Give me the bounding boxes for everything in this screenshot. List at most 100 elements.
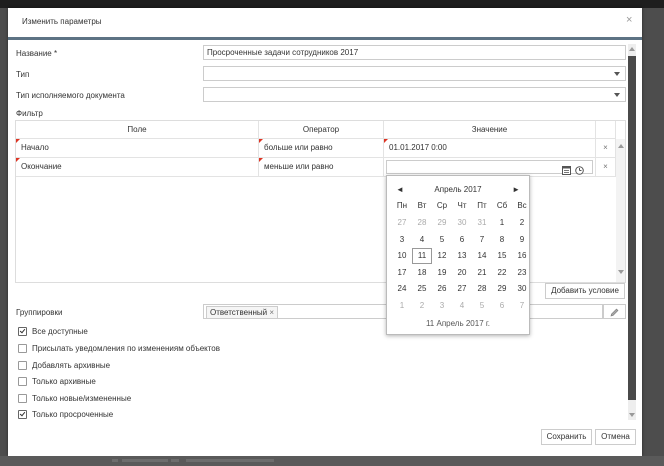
scroll-up-icon[interactable] [629,47,635,51]
value-cell[interactable]: 01.01.2017 0:00 [384,139,596,158]
calendar-day[interactable]: 7 [512,298,532,314]
remove-row-button[interactable]: × [596,139,616,158]
calendar-day[interactable]: 1 [492,215,512,231]
calendar-icon[interactable] [562,164,571,176]
dialog-scrollbar[interactable] [628,44,636,420]
option-add-archived[interactable]: Добавлять архивные [18,359,110,371]
save-button[interactable]: Сохранить [541,429,592,445]
column-header-operator[interactable]: Оператор [259,121,384,139]
column-header-field[interactable]: Поле [16,121,259,139]
calendar-day[interactable]: 3 [432,298,452,314]
background-mark [171,459,179,462]
scroll-down-icon[interactable] [618,270,624,274]
calendar-day[interactable]: 18 [412,265,432,281]
operator-cell[interactable]: больше или равно [259,139,384,158]
chevron-down-icon [614,93,620,97]
calendar-day[interactable]: 12 [432,248,452,264]
calendar-day[interactable]: 21 [472,265,492,281]
calendar-day[interactable]: 10 [392,248,412,264]
calendar-day[interactable]: 6 [452,232,472,248]
clock-icon[interactable] [575,164,584,176]
option-label: Только просроченные [32,409,114,419]
calendar-day[interactable]: 5 [432,232,452,248]
calendar-day[interactable]: 31 [472,215,492,231]
scroll-up-icon[interactable] [618,144,624,148]
table-row[interactable]: Начало больше или равно 01.01.2017 0:00 … [16,139,625,158]
grouping-label: Группировки [16,308,63,317]
calendar-day[interactable]: 20 [452,265,472,281]
option-send-notifications[interactable]: Присылать уведомления по изменениям объе… [18,342,220,354]
option-all-available[interactable]: Все доступные [18,325,88,337]
field-cell[interactable]: Окончание [16,158,259,177]
grouping-tag: Ответственный × [206,306,279,319]
calendar-day[interactable]: 30 [512,281,532,297]
calendar-month-title[interactable]: Апрель 2017 [387,185,529,194]
option-only-archived[interactable]: Только архивные [18,375,96,387]
edit-grouping-button[interactable] [603,304,626,319]
checkbox[interactable] [18,376,27,386]
checkbox[interactable] [18,409,27,419]
calendar-day[interactable]: 29 [432,215,452,231]
calendar-day[interactable]: 16 [512,248,532,264]
column-header-value[interactable]: Значение [384,121,596,139]
calendar-day[interactable]: 22 [492,265,512,281]
calendar-day[interactable]: 4 [452,298,472,314]
calendar-day[interactable]: 25 [412,281,432,297]
operator-cell[interactable]: меньше или равно [259,158,384,177]
calendar-day[interactable]: 27 [452,281,472,297]
name-input[interactable]: Просроченные задачи сотрудников 2017 [203,45,626,60]
chevron-down-icon [614,72,620,76]
calendar-day[interactable]: 24 [392,281,412,297]
option-only-new-changed[interactable]: Только новые/измененные [18,392,131,404]
type-select[interactable] [203,66,626,81]
calendar-day[interactable]: 26 [432,281,452,297]
table-scrollbar[interactable] [616,139,625,282]
background-mark [112,459,118,462]
close-icon[interactable]: × [626,14,632,26]
table-row[interactable]: Окончание меньше или равно × [16,158,625,177]
calendar-day[interactable]: 3 [392,232,412,248]
checkbox[interactable] [18,393,27,403]
scroll-down-icon[interactable] [629,413,635,417]
today-link[interactable]: 11 Апрель 2017 г. [387,319,529,328]
cancel-button[interactable]: Отмена [595,429,636,445]
calendar-day[interactable]: 13 [452,248,472,264]
calendar-day[interactable]: 28 [412,215,432,231]
calendar-day[interactable]: 17 [392,265,412,281]
calendar-day[interactable]: 28 [472,281,492,297]
calendar-day[interactable]: 29 [492,281,512,297]
calendar-day[interactable]: 27 [392,215,412,231]
checkbox[interactable] [18,343,27,353]
add-condition-button[interactable]: Добавить условие [545,283,625,299]
calendar-day[interactable]: 4 [412,232,432,248]
calendar-day[interactable]: 30 [452,215,472,231]
option-only-overdue[interactable]: Только просроченные [18,408,113,420]
doc-type-select[interactable] [203,87,626,102]
field-cell[interactable]: Начало [16,139,259,158]
scrollbar-thumb[interactable] [628,56,636,400]
calendar-day[interactable]: 7 [472,232,492,248]
option-label: Присылать уведомления по изменениям объе… [32,343,220,353]
calendar-day[interactable]: 14 [472,248,492,264]
weekday-header: Вс [517,201,527,210]
calendar-day[interactable]: 8 [492,232,512,248]
calendar-day[interactable]: 23 [512,265,532,281]
weekday-header: Пт [477,201,487,210]
remove-row-button[interactable]: × [596,158,616,177]
calendar-day[interactable]: 15 [492,248,512,264]
tag-remove-icon[interactable]: × [269,308,274,317]
option-label: Только архивные [32,376,96,386]
checkbox[interactable] [18,326,27,336]
calendar-day[interactable]: 11 [412,248,432,264]
calendar-day[interactable]: 9 [512,232,532,248]
calendar-day[interactable]: 2 [412,298,432,314]
calendar-day[interactable]: 6 [492,298,512,314]
weekday-header: Вт [417,201,427,210]
next-month-button[interactable]: ► [512,185,520,194]
checkbox[interactable] [18,360,27,370]
date-input[interactable] [386,160,593,176]
calendar-day[interactable]: 1 [392,298,412,314]
calendar-day[interactable]: 19 [432,265,452,281]
calendar-day[interactable]: 2 [512,215,532,231]
calendar-day[interactable]: 5 [472,298,492,314]
